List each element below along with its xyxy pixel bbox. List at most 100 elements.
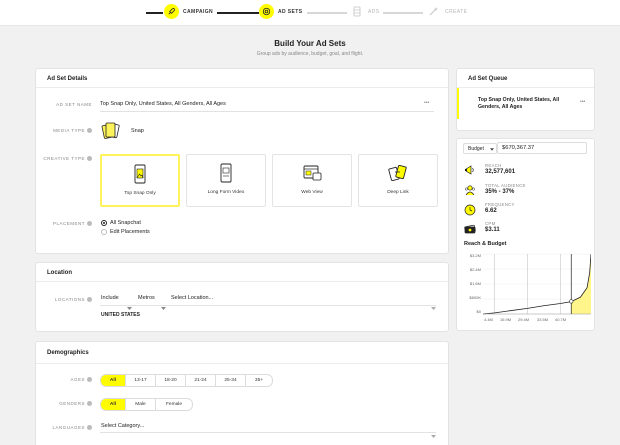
info-icon[interactable] [87, 156, 92, 162]
age-option[interactable]: 35+ [246, 375, 272, 386]
chevron-down-icon[interactable] [431, 425, 436, 443]
info-icon[interactable] [87, 377, 92, 383]
x-tick-label: 16.9M [500, 317, 512, 322]
media-type-label: MEDIA TYPE [32, 128, 92, 134]
clock-icon [464, 203, 476, 216]
name-underline [100, 111, 434, 112]
card-title: Location [36, 263, 448, 282]
stat-cpm-label: CPM [485, 221, 496, 226]
info-icon[interactable] [87, 128, 92, 134]
budget-type-select[interactable]: Budget [463, 143, 497, 154]
placement-option-label[interactable]: Edit Placements [110, 229, 150, 235]
chart-marker-point [569, 299, 574, 304]
reach-budget-chart: $3.2M $2.4M $1.6M $800K $0 4.4M 16.9M 29… [459, 250, 592, 328]
queue-more-button[interactable]: ••• [580, 99, 585, 105]
chevron-down-icon[interactable] [431, 297, 436, 315]
y-tick-label: $2.4M [469, 267, 481, 272]
ad-set-name-label: AD SET NAME [56, 102, 92, 107]
stepper-line [217, 12, 259, 14]
info-icon[interactable] [87, 401, 92, 407]
stat-frequency-value: 6.62 [485, 208, 497, 214]
languages-underline [100, 432, 436, 433]
page-subtitle: Group ads by audience, budget, goal, and… [256, 51, 364, 57]
budget-type-label: Budget [468, 146, 484, 152]
queue-item[interactable]: Top Snap Only, United States, All Gender… [478, 97, 576, 111]
card-title: Ad Set Queue [457, 69, 594, 88]
creative-type-label-text: Top Snap Only [124, 191, 156, 196]
stat-reach-value: 32,577,601 [485, 169, 516, 175]
media-type-value: Snap [131, 128, 144, 134]
creative-type-top-snap[interactable]: Top Snap Only [100, 154, 180, 207]
include-select[interactable]: Include [101, 295, 119, 301]
chevron-down-icon[interactable] [161, 297, 166, 315]
stepper-line [307, 12, 347, 14]
placement-edit-radio[interactable] [101, 229, 107, 235]
card-title: Demographics [36, 342, 448, 364]
genders-label: GENDERS [32, 401, 92, 407]
age-option[interactable]: 18-20 [156, 375, 186, 386]
progress-stepper: CAMPAIGN AD SETS ADS CREATE [0, 0, 620, 26]
placement-option-label[interactable]: All Snapchat [110, 220, 141, 226]
selected-location: UNITED STATES [101, 312, 140, 318]
creative-type-long-form-video[interactable]: Long Form Video [186, 154, 266, 207]
creative-type-label: CREATIVE TYPE [32, 156, 92, 162]
age-option-all[interactable]: All [101, 375, 126, 386]
creative-type-label-text: Deep Link [387, 190, 409, 195]
step-create[interactable]: CREATE [445, 9, 467, 15]
creative-type-web-view[interactable]: Web View [272, 154, 352, 207]
queue-item-accent [457, 88, 459, 119]
location-underline [100, 305, 436, 306]
ad-set-name-input[interactable]: Top Snap Only, United States, All Gender… [100, 101, 410, 107]
x-tick-label: 29.4M [518, 317, 530, 322]
stat-audience-label: TOTAL AUDIENCE [485, 183, 526, 188]
age-option[interactable]: 13-17 [126, 375, 156, 386]
info-icon[interactable] [87, 297, 92, 303]
info-icon[interactable] [87, 425, 92, 431]
budget-amount-input[interactable]: $670,367.37 [497, 142, 587, 154]
creative-type-label-text: Web View [301, 190, 323, 195]
creative-type-deep-link[interactable]: Deep Link [358, 154, 438, 207]
creative-type-label-text: Long Form Video [207, 190, 245, 195]
x-tick-label: 4.4M [484, 317, 493, 322]
demographics-card: Demographics [35, 341, 449, 445]
more-options-button[interactable]: ••• [424, 100, 429, 106]
rocket-icon [164, 4, 179, 19]
ages-toggle-group: All 13-17 18-20 21-24 25-34 35+ [100, 374, 273, 387]
stat-audience-value: 35% - 37% [485, 189, 515, 195]
languages-select[interactable]: Select Category... [101, 423, 144, 429]
y-tick-label: $0 [476, 309, 481, 314]
location-search-input[interactable]: Select Location... [171, 295, 213, 301]
gender-option[interactable]: Male [126, 399, 156, 410]
money-icon [464, 222, 476, 234]
megaphone-icon [464, 163, 476, 175]
target-icon [259, 4, 274, 19]
phone-image-icon [133, 164, 147, 189]
chart-title: Reach & Budget [464, 241, 507, 247]
page-title: Build Your Ad Sets [274, 39, 346, 48]
genders-toggle-group: All Male Female [100, 398, 193, 411]
cards-icon [351, 5, 363, 17]
info-icon[interactable] [87, 221, 92, 227]
stat-frequency-label: FREQUENCY [485, 202, 515, 207]
audience-icon [464, 183, 476, 196]
placement-all-snapchat-radio[interactable] [101, 220, 107, 226]
snap-media-icon [101, 121, 121, 146]
step-ads[interactable]: ADS [368, 9, 379, 15]
card-title: Ad Set Details [36, 69, 448, 88]
step-ad-sets[interactable]: AD SETS [278, 9, 302, 15]
metros-select[interactable]: Metros [138, 295, 155, 301]
y-tick-label: $3.2M [469, 253, 481, 258]
age-option[interactable]: 21-24 [186, 375, 216, 386]
budget-amount-value: $670,367.37 [502, 145, 535, 151]
stat-cpm-value: $3.11 [485, 227, 500, 233]
gender-option-all[interactable]: All [101, 399, 126, 410]
locations-label: LOCATIONS [32, 297, 92, 303]
age-option[interactable]: 25-34 [216, 375, 246, 386]
deep-link-icon [388, 163, 408, 188]
gender-option[interactable]: Female [156, 399, 192, 410]
web-view-icon [301, 163, 323, 188]
languages-label: LANGUAGES [32, 425, 92, 431]
step-campaign[interactable]: CAMPAIGN [183, 9, 213, 15]
wand-icon [427, 5, 439, 17]
chart-plot [483, 253, 591, 315]
